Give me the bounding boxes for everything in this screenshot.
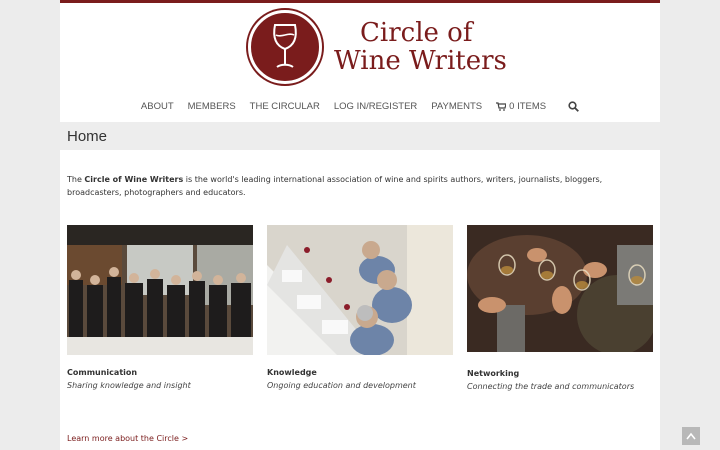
card-communication: Communication Sharing knowledge and insi…: [67, 225, 253, 390]
learn-more-link[interactable]: Learn more about the Circle >: [67, 434, 188, 443]
logo-line1: Circle of: [360, 18, 473, 48]
card-title: Knowledge: [267, 368, 317, 377]
card-subtitle: Sharing knowledge and insight: [67, 381, 191, 390]
main-nav: ABOUT MEMBERS THE CIRCULAR LOG IN/REGIST…: [60, 101, 660, 112]
search-icon[interactable]: [568, 101, 580, 112]
networking-photo: [467, 225, 657, 355]
nav-payments[interactable]: PAYMENTS: [431, 101, 482, 112]
card-subtitle: Connecting the trade and communicators: [467, 382, 635, 391]
card-title: Communication: [67, 368, 138, 377]
site-logo[interactable]: Circle of Wine Writers: [248, 10, 507, 84]
logo-line2: Wine Writers: [334, 46, 507, 76]
knowledge-photo: [267, 225, 453, 356]
intro-org-name: Circle of Wine Writers: [84, 175, 184, 184]
page-title-bar: Home: [60, 122, 660, 150]
page: Circle of Wine Writers ABOUT MEMBERS THE…: [60, 0, 660, 450]
cart-label: 0 ITEMS: [509, 101, 547, 112]
intro-text: The Circle of Wine Writers is the world'…: [67, 173, 652, 199]
intro-before: The: [67, 175, 85, 184]
nav-the-circular[interactable]: THE CIRCULAR: [250, 101, 320, 112]
logo-text: Circle of Wine Writers: [334, 19, 507, 75]
card-networking: Networking Connecting the trade and comm…: [467, 225, 657, 391]
card-subtitle: Ongoing education and development: [267, 381, 416, 390]
page-title: Home: [67, 128, 108, 145]
nav-about[interactable]: ABOUT: [141, 101, 174, 112]
cart-icon: [496, 102, 507, 111]
card-title: Networking: [467, 369, 520, 378]
card-knowledge: Knowledge Ongoing education and developm…: [267, 225, 453, 390]
nav-cart[interactable]: 0 ITEMS: [496, 101, 546, 112]
communication-photo: [67, 225, 253, 355]
scroll-to-top-button[interactable]: [682, 427, 700, 445]
nav-members[interactable]: MEMBERS: [188, 101, 236, 112]
nav-login-register[interactable]: LOG IN/REGISTER: [334, 101, 417, 112]
wine-glass-logo-icon: [248, 10, 322, 84]
arrow-up-icon: [686, 432, 696, 440]
